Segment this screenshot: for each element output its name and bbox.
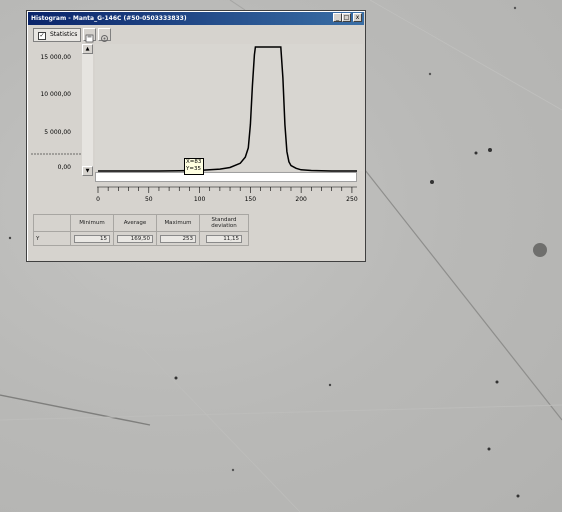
x-tick-label: 250	[346, 196, 358, 203]
x-axis-labels: 0 50 100 150 200 250	[95, 183, 363, 209]
row-label-y: Y	[33, 231, 71, 246]
x-tick-label: 100	[193, 196, 206, 203]
minimum-value: 15	[74, 234, 110, 243]
average-value: 169,50	[117, 234, 153, 243]
stddev-value: 11,15	[206, 234, 242, 243]
value-cell: 15	[70, 231, 114, 246]
statistics-table: Minimum Average Maximum Standard deviati…	[33, 214, 249, 246]
header-maximum: Maximum	[156, 214, 200, 232]
value-cell: 11,15	[199, 231, 249, 246]
histogram-window: Histogram - Manta_G-146C (#50-0503333833…	[26, 10, 366, 262]
tooltip-y: Y=35	[186, 166, 201, 172]
tooltip-x: X=83	[186, 159, 202, 165]
value-cell: 253	[156, 231, 200, 246]
value-cell: 169,50	[113, 231, 157, 246]
table-corner	[33, 214, 71, 232]
x-tick-label: 150	[244, 196, 257, 203]
header-average: Average	[113, 214, 157, 232]
horizontal-scrollbar[interactable]	[95, 172, 357, 182]
maximum-value: 253	[160, 234, 196, 243]
header-minimum: Minimum	[70, 214, 114, 232]
x-tick-label: 200	[295, 196, 307, 203]
plot-background	[95, 44, 363, 171]
header-standard-deviation: Standard deviation	[199, 214, 249, 232]
cursor-tooltip: X=83 Y=35	[184, 158, 204, 175]
x-tick-label: 0	[96, 196, 100, 203]
x-tick-label: 50	[144, 196, 153, 203]
